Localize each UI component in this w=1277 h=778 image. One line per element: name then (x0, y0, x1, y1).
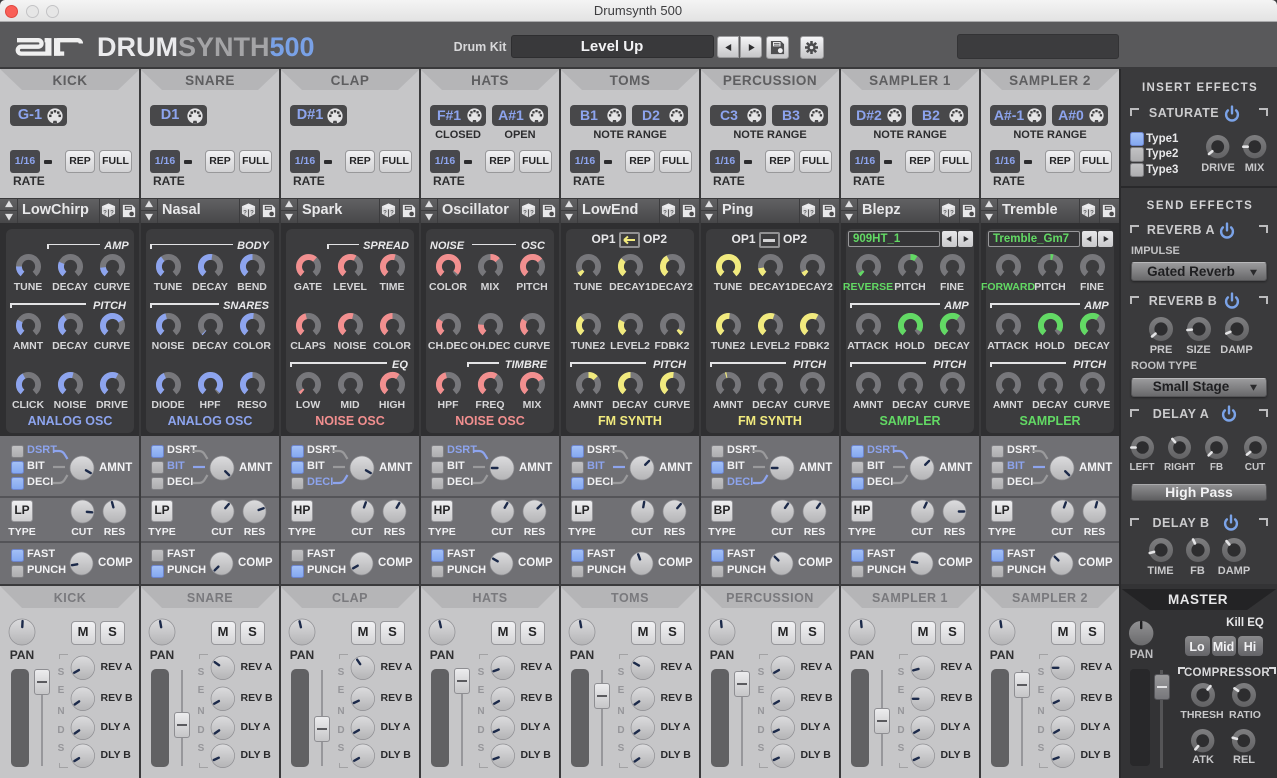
svg-text:?: ? (1083, 209, 1087, 216)
svg-text:?: ? (243, 209, 247, 216)
svg-text:?: ? (530, 209, 534, 216)
svg-text:?: ? (110, 209, 114, 216)
svg-text:?: ? (250, 209, 254, 216)
svg-text:?: ? (663, 209, 667, 216)
svg-text:?: ? (390, 209, 394, 216)
svg-text:?: ? (1090, 209, 1094, 216)
svg-text:?: ? (670, 209, 674, 216)
svg-text:?: ? (950, 209, 954, 216)
svg-text:?: ? (523, 209, 527, 216)
svg-text:?: ? (103, 209, 107, 216)
svg-text:?: ? (810, 209, 814, 216)
svg-text:?: ? (943, 209, 947, 216)
svg-text:?: ? (803, 209, 807, 216)
svg-text:?: ? (383, 209, 387, 216)
